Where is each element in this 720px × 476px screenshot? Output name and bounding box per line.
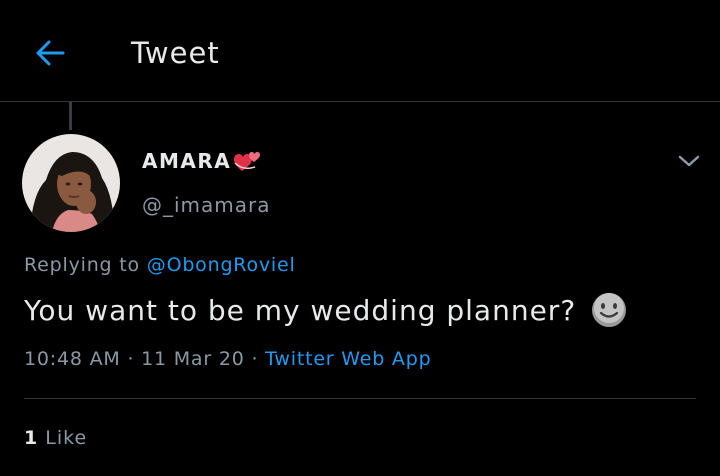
like-label: Like — [45, 427, 88, 449]
tweet-text: You want to be my wedding planner? — [24, 293, 577, 327]
avatar[interactable] — [22, 134, 120, 232]
replying-prefix: Replying to — [24, 254, 140, 276]
author-handle[interactable]: @_imamara — [142, 193, 271, 217]
more-options-button[interactable] — [674, 148, 704, 174]
arrow-left-icon — [36, 40, 65, 66]
reply-mention-link[interactable]: @ObongRoviel — [147, 254, 296, 276]
tweet-body: You want to be my wedding planner? — [24, 291, 628, 329]
divider — [24, 398, 696, 399]
profile-photo — [22, 134, 120, 232]
separator-dot: · — [251, 348, 259, 370]
back-button[interactable] — [30, 36, 70, 70]
smiling-face-emoji-icon — [590, 291, 628, 329]
tweet-source-link[interactable]: Twitter Web App — [265, 348, 431, 370]
chevron-down-icon — [678, 155, 700, 167]
like-count: 1 — [24, 427, 39, 449]
tweet-date: 11 Mar 20 — [141, 348, 245, 370]
separator-dot: · — [127, 348, 135, 370]
revolving-hearts-icon — [233, 149, 263, 173]
tweet-time: 10:48 AM — [24, 348, 121, 370]
author-name-text: AMARA — [142, 149, 232, 173]
replying-to-line: Replying to @ObongRoviel — [24, 254, 296, 276]
thread-connector-line — [69, 102, 72, 130]
tweet-metadata: 10:48 AM · 11 Mar 20 · Twitter Web App — [24, 348, 431, 370]
author-name[interactable]: AMARA — [142, 149, 263, 173]
page-title: Tweet — [131, 36, 220, 70]
top-app-bar: Tweet — [0, 0, 720, 102]
likes-count-link[interactable]: 1 Like — [24, 427, 87, 449]
